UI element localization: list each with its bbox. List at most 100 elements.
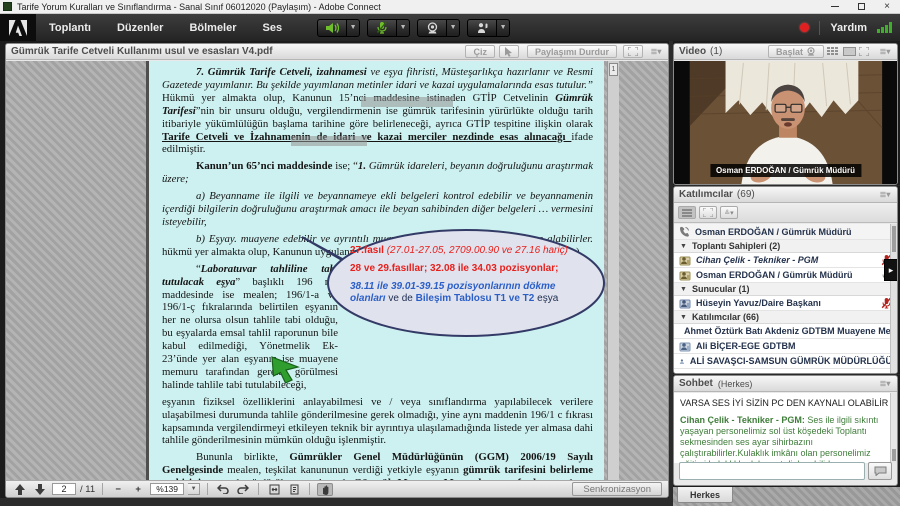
group-header-hosts[interactable]: ▼ Toplantı Sahipleri (2) — [674, 240, 897, 253]
scrollbar-thumb[interactable] — [892, 226, 896, 252]
presenter-pointer-icon — [270, 355, 300, 385]
pod-menu-icon[interactable]: ≣▾ — [878, 379, 892, 388]
webcam-icon — [806, 47, 816, 56]
active-speaker-name: Osman ERDOĞAN / Gümrük Müdürü — [695, 227, 852, 237]
doc-paragraph: a) Beyanname ile ilgili ve beyannameye e… — [162, 190, 593, 229]
attendee-name: Ahmet Öztürk Batı Akdeniz GDTBM Muayene … — [684, 326, 897, 336]
status-dropdown[interactable]: ▼ — [497, 19, 510, 37]
chevron-down-icon: ▼ — [680, 314, 687, 321]
zoom-out-icon[interactable]: − — [110, 483, 126, 496]
record-indicator — [800, 23, 809, 32]
attendee-name: Cihan Çelik - Tekniker - PGM — [696, 255, 818, 265]
scrollbar-thumb[interactable]: 1 — [609, 63, 618, 76]
pod-menu-icon[interactable]: ≣▾ — [878, 47, 892, 56]
zoom-in-icon[interactable]: + — [130, 483, 146, 496]
filmstrip-view-icon[interactable] — [843, 47, 856, 56]
attendees-scrollbar[interactable] — [890, 224, 897, 373]
fullscreen-icon[interactable] — [859, 47, 869, 56]
draw-button[interactable]: Çiz — [465, 45, 495, 58]
pointer-icon — [504, 47, 513, 57]
document-view[interactable]: 7. Gümrük Tarife Cetveli, izahnamesi ve … — [6, 61, 668, 480]
breakout-view-icon[interactable] — [699, 206, 717, 219]
menu-bolmeler[interactable]: Bölmeler — [176, 14, 249, 41]
help-menu[interactable]: Yardım — [830, 22, 867, 34]
webcam-dropdown[interactable]: ▼ — [447, 19, 460, 37]
webcam-feed: Osman ERDOĞAN / Gümrük Müdürü — [674, 61, 897, 184]
shared-document-title: Gümrük Tarife Cetveli Kullanımı usul ve … — [11, 46, 273, 57]
attendee-row[interactable]: Hüseyin Yavuz/Daire Başkanı — [674, 296, 897, 311]
menu-ses[interactable]: Ses — [250, 14, 296, 41]
chat-pod-title: Sohbet — [679, 378, 713, 389]
grid-view-icon[interactable] — [827, 47, 840, 57]
undo-icon[interactable] — [215, 483, 231, 496]
callout-line-1: 27.fasıl (27.01-27.05, 2709.00.90 ve 27.… — [350, 245, 582, 257]
chat-scrollbar[interactable] — [890, 393, 897, 463]
attendee-row[interactable]: Cihan Çelik - Tekniker - PGM — [674, 253, 897, 268]
microphone-dropdown[interactable]: ▼ — [397, 19, 410, 37]
send-message-button[interactable] — [868, 462, 892, 480]
video-pod: Video (1) Başlat ≣▾ — [673, 43, 898, 185]
status-view-icon[interactable]: ≗▾ — [720, 206, 738, 219]
maximize-icon[interactable] — [848, 0, 874, 13]
participant-icon — [679, 356, 685, 367]
fullscreen-icon[interactable] — [623, 45, 643, 58]
document-scrollbar[interactable]: 1 — [607, 61, 619, 480]
list-view-icon[interactable] — [678, 206, 696, 219]
attendee-row[interactable]: Osman ERDOĞAN / Gümrük Müdürü — [674, 268, 897, 283]
video-pod-title: Video — [679, 46, 706, 57]
menu-duzenler[interactable]: Düzenler — [104, 14, 176, 41]
attendee-name: ALİ SAVAŞCI-SAMSUN GÜMRÜK MÜDÜRLÜĞÜ — [690, 356, 892, 366]
status-button[interactable]: ▼ — [467, 19, 510, 37]
speaker-button[interactable]: ▼ — [317, 19, 360, 37]
webcam-button[interactable]: ▼ — [417, 19, 460, 37]
minimize-icon[interactable] — [822, 0, 848, 13]
chat-bubble-icon — [874, 466, 887, 476]
attendees-list: Osman ERDOĞAN / Gümrük Müdürü ▼ Toplantı… — [674, 224, 897, 373]
zoom-level-input[interactable]: %139 — [150, 483, 184, 495]
active-speaker-row[interactable]: Osman ERDOĞAN / Gümrük Müdürü — [674, 224, 897, 240]
menu-toplanti[interactable]: Toplantı — [36, 14, 104, 41]
microphone-muted-icon — [376, 21, 388, 34]
sync-button[interactable]: Senkronizasyon — [572, 482, 662, 496]
microphone-button[interactable]: ▼ — [367, 19, 410, 37]
page-number-input[interactable]: 2 — [52, 483, 76, 495]
chat-author: Cihan Çelik - Tekniker - PGM: — [680, 415, 805, 425]
chat-tab-everyone[interactable]: Herkes — [677, 487, 733, 503]
popout-arrow-icon[interactable]: ▸ — [884, 259, 898, 281]
chat-pod: Sohbet (Herkes) ≣▾ VARSA SES İYİ SİZİN P… — [673, 375, 898, 486]
speaker-dropdown[interactable]: ▼ — [347, 19, 360, 37]
attendee-row[interactable]: ALİ SAVAŞCI-SAMSUN GÜMRÜK MÜDÜRLÜĞÜ — [674, 354, 897, 369]
close-icon[interactable]: × — [874, 0, 900, 13]
page-total-label: / 11 — [80, 484, 95, 495]
group-header-presenters[interactable]: ▼ Sunucular (1) — [674, 283, 897, 296]
page-up-icon[interactable] — [12, 483, 28, 496]
video-caption: Osman ERDOĞAN / Gümrük Müdürü — [710, 164, 861, 177]
scrollbar-thumb[interactable] — [892, 449, 896, 461]
attendee-row[interactable]: Ahmet Öztürk Batı Akdeniz GDTBM Muayene … — [674, 324, 897, 339]
participant-icon — [679, 341, 691, 352]
zoom-dropdown[interactable]: ▼ — [188, 483, 200, 495]
redo-icon[interactable] — [235, 483, 251, 496]
callout-line-2: 28 ve 29.fasıllar; 32.08 ile 34.03 pozis… — [350, 263, 582, 275]
stop-sharing-button[interactable]: Paylaşımı Durdur — [527, 45, 617, 58]
fit-page-icon[interactable] — [286, 483, 302, 496]
pod-menu-icon[interactable]: ≣▾ — [878, 190, 892, 199]
doc-paragraph: 7. Gümrük Tarife Cetveli, izahnamesi ve … — [162, 66, 593, 156]
document-toolbar: 2 / 11 − + %139 ▼ Senkronizasyon — [6, 480, 668, 497]
video-count: (1) — [710, 46, 722, 57]
connection-status-icon[interactable] — [877, 22, 892, 33]
pointer-tool-button[interactable] — [499, 45, 519, 58]
hand-tool-icon[interactable] — [317, 483, 333, 496]
chat-scope: (Herkes) — [718, 379, 753, 389]
attendees-count: (69) — [737, 189, 755, 200]
group-header-participants[interactable]: ▼ Katılımcılar (66) — [674, 311, 897, 324]
page-down-icon[interactable] — [32, 483, 48, 496]
pod-menu-icon[interactable]: ≣▾ — [649, 47, 663, 56]
chat-tab-strip: Herkes — [673, 487, 900, 506]
fit-width-icon[interactable] — [266, 483, 282, 496]
chat-input[interactable] — [679, 462, 865, 480]
start-webcam-button[interactable]: Başlat — [768, 45, 824, 58]
attendee-row[interactable]: Ali BİÇER-EGE GDTBM — [674, 339, 897, 354]
doc-paragraph: Kanun’un 65’nci maddesinde ise; “1. Gümr… — [162, 160, 593, 186]
window-titlebar: Tarife Yorum Kuralları ve Sınıflandırma … — [0, 0, 900, 14]
